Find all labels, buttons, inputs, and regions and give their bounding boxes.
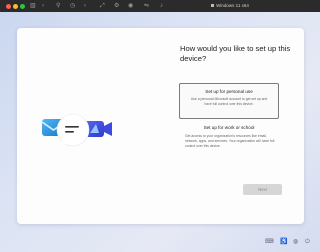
next-button[interactable]: Next xyxy=(243,184,282,195)
page-title: How would you like to set up this device… xyxy=(180,44,291,63)
accessibility-icon[interactable]: ♿ xyxy=(280,238,287,246)
option-work-school-description: Get access to your organization's resour… xyxy=(185,134,275,148)
vm-lock-icon xyxy=(211,4,215,8)
keyboard-icon[interactable]: ⌨ xyxy=(265,238,274,246)
wrench-icon[interactable]: ⚲ xyxy=(56,2,60,10)
vm-title-text: Windows 11 x64 xyxy=(216,3,249,8)
illustration xyxy=(41,113,112,147)
back-icon[interactable]: ‹ xyxy=(42,2,44,10)
network-icon[interactable]: ◍ xyxy=(293,238,298,246)
zoom-window-button[interactable] xyxy=(20,3,25,9)
option-personal-use-description: Use a personal Microsoft account to get … xyxy=(190,97,268,106)
sidebar-icon[interactable]: ▥ xyxy=(30,2,36,10)
vm-titlebar: ▥ ‹ ⚲ ◷ › ⤢ ⚙ ◉ ⇋ ♪ Windows 11 x64 xyxy=(0,0,320,12)
close-window-button[interactable] xyxy=(6,3,11,9)
option-personal-use[interactable]: Set up for personal use Use a personal M… xyxy=(179,83,279,119)
option-work-school-label: Set up for work or school xyxy=(203,125,255,130)
chat-bubble-icon xyxy=(56,113,90,147)
power-icon[interactable]: ⏻ xyxy=(305,238,310,246)
option-work-school[interactable]: Set up for work or school Get access to … xyxy=(181,123,277,159)
minimize-window-button[interactable] xyxy=(13,3,18,9)
option-personal-use-label: Set up for personal use xyxy=(205,89,253,94)
